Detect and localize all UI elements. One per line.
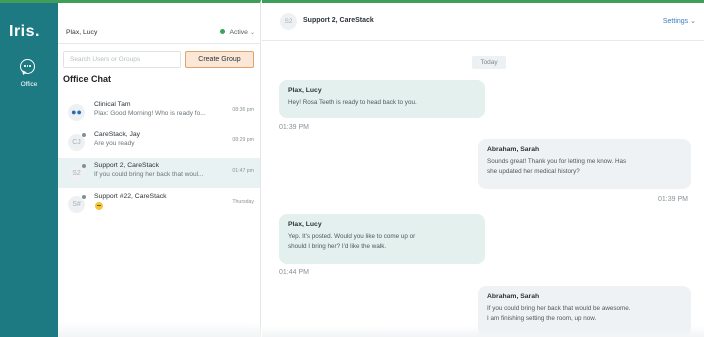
message-time: 01:39 PM [658, 196, 688, 203]
message-text-line: should I bring her? I'd like the walk. [288, 243, 387, 250]
divider [58, 43, 261, 44]
offline-dot-icon [82, 195, 86, 199]
conversation-time: Thursday [232, 199, 254, 205]
create-group-button[interactable]: Create Group [185, 51, 254, 68]
list-bottom-fade [58, 322, 261, 337]
conversation-preview: Plax: Good Morning! Who is ready fo... [94, 110, 206, 117]
conversation-name: Support #22, CareStack [94, 193, 167, 200]
message-sender: Plax, Lucy [288, 221, 322, 228]
conversation-time: 01:47 pm [232, 168, 254, 174]
avatar: S2 [280, 13, 297, 30]
conversation-name: Support 2, CareStack [94, 162, 159, 169]
status-dot-icon [220, 29, 226, 34]
chat-title: Support 2, CareStack [303, 17, 374, 24]
message-text-line: Sounds great! Thank you for letting me k… [487, 158, 627, 165]
conversation-preview: If you could bring her back that woul... [94, 171, 204, 178]
conversation-name: CareStack, Jay [94, 131, 141, 138]
conversation-time: 08:29 pm [232, 137, 254, 143]
nav-item-office-label: Office [20, 81, 38, 88]
avatar: S2 [68, 164, 86, 182]
settings-label: Settings [662, 18, 689, 25]
status-dropdown[interactable]: Active ⌄ [220, 29, 255, 36]
message-bubble: Plax, Lucy Yep. It's posted. Would you l… [279, 214, 485, 264]
message-sender: Abraham, Sarah [487, 293, 540, 300]
settings-dropdown[interactable]: Settings ⌄ [663, 17, 696, 25]
left-nav-bar: Iris. Office [0, 0, 58, 337]
nav-item-office[interactable]: Office [0, 54, 58, 98]
chat-header: S2 Support 2, CareStack Settings ⌄ [262, 0, 704, 41]
search-input[interactable] [63, 51, 181, 68]
message-text-line: Yep. It's posted. Would you like to come… [288, 233, 416, 240]
grimace-emoji-icon [95, 202, 103, 210]
message-text-line: I am finishing setting the room, up now. [487, 315, 597, 322]
message-bubble: Abraham, Sarah Sounds great! Thank you f… [478, 139, 691, 189]
current-user-name: Plax, Lucy [66, 29, 98, 36]
message-text-line: she updated her medical history? [487, 168, 580, 175]
message-sender: Plax, Lucy [288, 87, 322, 94]
status-label: Active [229, 29, 248, 36]
message-time: 01:39 PM [279, 124, 309, 131]
message-text-line: If you could bring her back that would b… [487, 305, 631, 312]
avatar: S# [68, 195, 86, 213]
group-icon: ●● [68, 104, 85, 121]
current-user-row: Plax, Lucy Active ⌄ [66, 29, 255, 41]
conversation-item-clinical-tam[interactable]: ●● Clinical Tam Plax: Good Morning! Who … [58, 97, 260, 127]
conversation-item-carestack-jay[interactable]: CJ CareStack, Jay Are you ready 08:29 pm [58, 127, 260, 157]
offline-dot-icon [82, 133, 86, 137]
section-title: Office Chat [63, 74, 112, 84]
conversation-name: Clinical Tam [94, 101, 131, 108]
conversation-item-support-2[interactable]: S2 Support 2, CareStack If you could bri… [58, 158, 260, 188]
message-text: Hey! Rosa Teeth is ready to head back to… [288, 99, 417, 106]
chevron-down-icon: ⌄ [249, 30, 255, 36]
conversation-preview: Are you ready [94, 140, 135, 147]
message-sender: Abraham, Sarah [487, 146, 540, 153]
chevron-down-icon: ⌄ [690, 18, 696, 25]
message-bubble: Plax, Lucy Hey! Rosa Teeth is ready to h… [279, 80, 485, 118]
chat-bottom-fade [262, 326, 704, 337]
app-logo: Iris. [9, 23, 40, 40]
conversation-time: 08:36 pm [232, 107, 254, 113]
offline-dot-icon [82, 164, 86, 168]
conversation-item-support-22[interactable]: S# Support #22, CareStack Thursday [58, 189, 260, 219]
conversation-panel: Plax, Lucy Active⌄ Create Group Office C… [58, 0, 261, 337]
message-time: 01:44 PM [279, 269, 309, 276]
avatar: CJ [68, 133, 86, 151]
day-separator: Today [472, 56, 506, 69]
